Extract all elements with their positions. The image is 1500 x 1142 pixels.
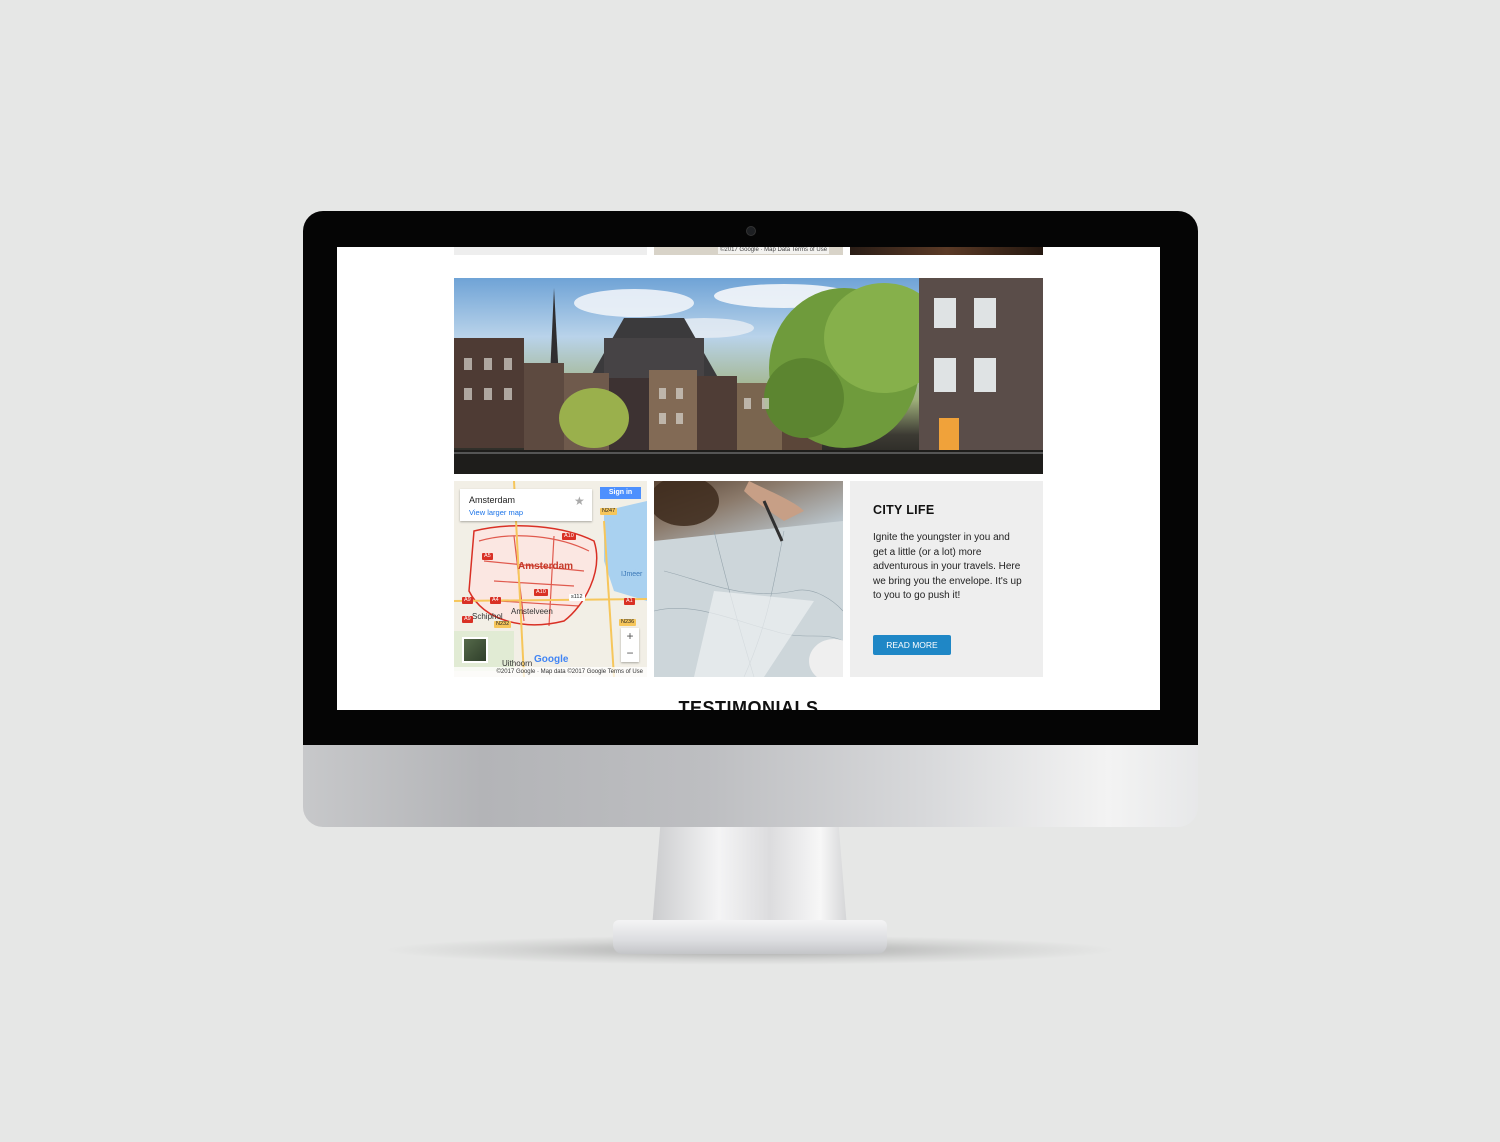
map-attribution: ©2017 Google · Map data ©2017 Google Ter… [454, 667, 647, 677]
map-road-shield: N236 [619, 619, 637, 626]
map-place-name: Amsterdam [469, 495, 516, 505]
map-road-shield: A4 [490, 597, 501, 604]
map-road-shield: A1 [624, 598, 635, 605]
map-road-shield: A5 [482, 553, 493, 560]
map-zoom-control: + − [621, 628, 639, 662]
zoom-out-button[interactable]: − [621, 645, 639, 662]
section-heading-testimonials: TESTIMONIALS [678, 698, 819, 710]
hero-photo-amsterdam-canal [454, 278, 1043, 474]
previous-row-tile [454, 247, 647, 255]
satellite-toggle-button[interactable] [462, 637, 488, 663]
google-logo: Google [534, 654, 569, 665]
read-more-button[interactable]: READ MORE [873, 635, 951, 655]
map-road-shield: A9 [462, 597, 473, 604]
map-label-amsterdam: Amsterdam [518, 561, 574, 572]
map-road-shield: N232 [494, 621, 512, 628]
previous-map-attribution: ©2017 Google · Map Data Terms of Use [718, 247, 830, 254]
previous-row-photo-tile [850, 247, 1043, 255]
photo-illustration [654, 481, 843, 677]
city-life-card: CITY LIFE Ignite the youngster in you an… [850, 481, 1043, 677]
map-road-shield: N247 [600, 508, 618, 515]
map-label-ijmeer: IJmeer [621, 571, 643, 578]
map-sign-in-button[interactable]: Sign in [600, 487, 641, 499]
map-place-card: Amsterdam View larger map ★ [460, 489, 592, 521]
card-description: Ignite the youngster in you and get a li… [873, 532, 1022, 601]
card-title: CITY LIFE [873, 503, 935, 517]
save-star-icon[interactable]: ★ [574, 495, 585, 507]
monitor-stand-neck [652, 827, 847, 927]
map-road-shield: A10 [534, 589, 548, 596]
map-label-amstelveen: Amstelveen [511, 607, 553, 616]
map-road-shield: A10 [562, 533, 576, 540]
map-label-schiphol: Schiphol [472, 612, 503, 621]
photo-hand-on-map [654, 481, 843, 677]
browser-viewport[interactable]: ©2017 Google · Map Data Terms of Use Ams… [337, 247, 1160, 710]
view-larger-map-link[interactable]: View larger map [469, 508, 523, 517]
monitor-chin [303, 745, 1198, 827]
map-road-shield: A9 [462, 616, 473, 623]
google-map-embed[interactable]: Amsterdam Amstelveen Schiphol Uithoorn I… [454, 481, 647, 677]
camera-icon [746, 226, 756, 236]
map-road-shield: s112 [569, 594, 585, 601]
zoom-in-button[interactable]: + [621, 628, 639, 645]
hero-photo-illustration [454, 278, 1043, 474]
monitor-stand-foot [613, 920, 887, 954]
